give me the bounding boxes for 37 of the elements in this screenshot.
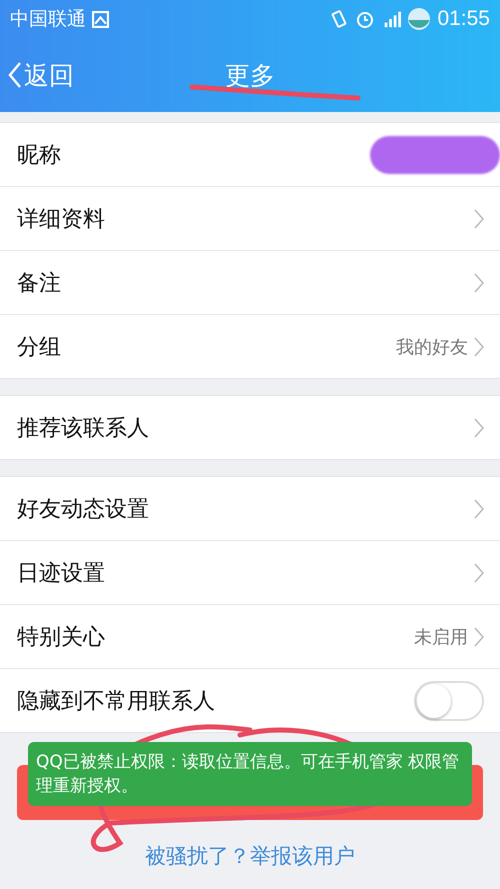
settings-row[interactable]: 推荐该联系人 [0, 396, 500, 459]
page-title: 更多 [225, 60, 275, 92]
battery-icon [407, 7, 432, 31]
carrier-name: 中国联通 [10, 7, 86, 32]
settings-row[interactable]: 备注 [0, 251, 500, 315]
chevron-icon [474, 626, 484, 646]
chevron-icon [474, 562, 484, 582]
row-value: 未启用 [414, 626, 468, 648]
row-label: 详细资料 [17, 206, 105, 234]
toggle-switch[interactable] [414, 680, 484, 720]
settings-row[interactable]: 详细资料 [0, 187, 500, 251]
vibrate-icon [329, 9, 350, 29]
back-chevron-icon [8, 61, 22, 89]
row-label: 推荐该联系人 [17, 414, 149, 442]
settings-row[interactable]: 好友动态设置 [0, 477, 500, 541]
chevron-icon [474, 208, 484, 228]
settings-row[interactable]: 特别关心 未启用 [0, 605, 500, 669]
settings-row[interactable]: 日迹设置 [0, 541, 500, 605]
chevron-icon [474, 336, 484, 356]
chevron-icon [474, 272, 484, 292]
row-label: 分组 [17, 334, 61, 362]
settings-row[interactable]: 昵称 [0, 123, 500, 187]
settings-row[interactable]: 隐藏到不常用联系人 [0, 669, 500, 732]
row-label: 昵称 [17, 142, 61, 170]
clock-time: 01:55 [437, 7, 490, 31]
row-label: 隐藏到不常用联系人 [17, 688, 215, 716]
row-label: 备注 [17, 270, 61, 298]
chevron-icon [474, 498, 484, 518]
permission-toast: QQ已被禁止权限：读取位置信息。可在手机管家 权限管理重新授权。 [28, 742, 472, 806]
image-icon [92, 10, 109, 28]
chevron-icon [474, 418, 484, 438]
row-label: 日迹设置 [17, 560, 105, 588]
alarm-icon [355, 9, 376, 29]
settings-row[interactable]: 分组 我的好友 [0, 315, 500, 378]
row-label: 特别关心 [17, 624, 105, 652]
row-label: 好友动态设置 [17, 496, 149, 524]
row-value: 我的好友 [396, 336, 468, 358]
